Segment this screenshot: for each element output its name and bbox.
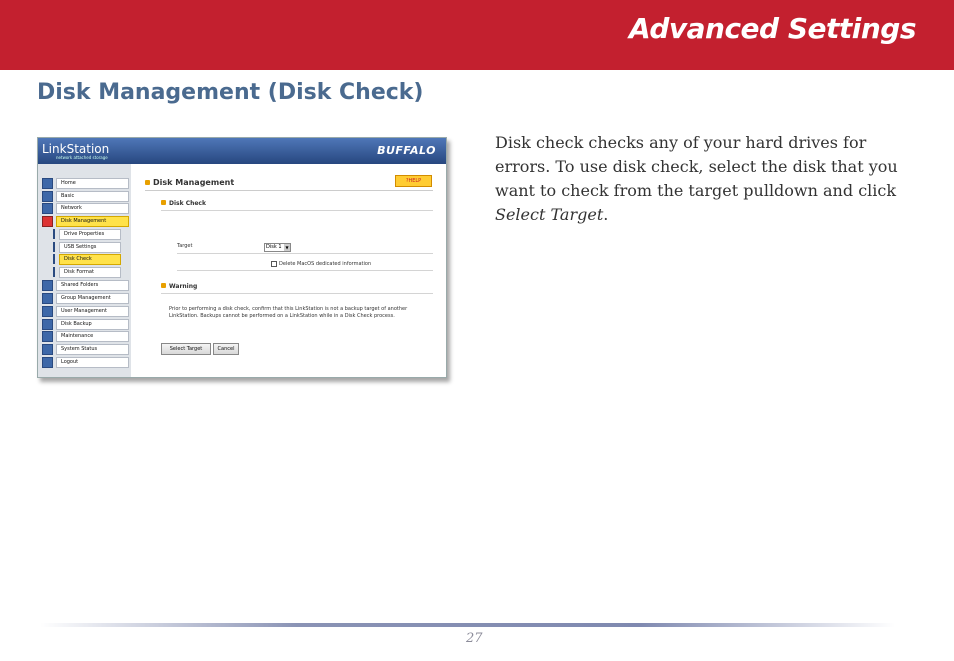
logout-icon xyxy=(42,356,53,368)
nav-item-user-management[interactable]: User Management xyxy=(42,305,129,317)
nav-item-home[interactable]: Home xyxy=(42,177,129,189)
delete-macos-label: Delete MacOS dedicated information xyxy=(279,261,372,267)
folder-icon xyxy=(42,279,53,291)
divider xyxy=(161,293,433,294)
linkstation-screenshot: LinkStation network attached storage BUF… xyxy=(37,137,447,378)
section-title: Disk Management (Disk Check) xyxy=(37,80,424,105)
header-banner: Advanced Settings xyxy=(0,0,954,70)
basic-icon xyxy=(42,190,53,202)
nav-item-logout[interactable]: Logout xyxy=(42,356,129,368)
divider xyxy=(161,210,433,211)
description-text: Disk check checks any of your hard drive… xyxy=(495,133,898,224)
divider xyxy=(177,253,433,254)
header-title: Advanced Settings xyxy=(629,12,916,45)
chevron-down-icon: ▼ xyxy=(284,244,290,251)
cancel-button[interactable]: Cancel xyxy=(213,343,239,355)
linkstation-logo: LinkStation xyxy=(42,142,110,156)
divider xyxy=(145,190,433,191)
nav-item-network[interactable]: Network xyxy=(42,202,129,214)
main-panel: Disk Management ?HELP Disk Check Target … xyxy=(131,164,446,377)
sidebar: Home Basic Network Disk Management Drive… xyxy=(38,164,131,377)
help-button[interactable]: ?HELP xyxy=(395,175,432,187)
buffalo-logo: BUFFALO xyxy=(377,144,436,157)
nav-sub-disk-format[interactable]: Disk Format xyxy=(53,266,121,278)
select-target-emphasis: Select Target xyxy=(495,205,604,224)
nav-sub-usb-settings[interactable]: USB Settings xyxy=(53,241,121,253)
bullet-icon xyxy=(161,283,166,288)
bullet-icon xyxy=(145,180,150,185)
warning-text: Prior to performing a disk check, confir… xyxy=(169,306,408,319)
warning-heading: Warning xyxy=(161,283,197,290)
nav-item-system-status[interactable]: System Status xyxy=(42,343,129,355)
delete-macos-checkbox[interactable] xyxy=(271,261,277,267)
nav-sub-drive-properties[interactable]: Drive Properties xyxy=(53,228,121,240)
nav-item-maintenance[interactable]: Maintenance xyxy=(42,330,129,342)
backup-icon xyxy=(42,318,53,330)
disk-check-heading: Disk Check xyxy=(161,200,206,207)
footer-divider xyxy=(40,623,895,627)
nav-sub-disk-check[interactable]: Disk Check xyxy=(53,253,121,265)
page-title: Disk Management xyxy=(145,178,234,187)
target-select[interactable]: Disk 1 ▼ xyxy=(264,243,291,252)
target-label: Target xyxy=(177,243,193,249)
nav-item-shared-folders[interactable]: Shared Folders xyxy=(42,279,129,291)
maintenance-icon xyxy=(42,330,53,342)
divider xyxy=(177,270,433,271)
home-icon xyxy=(42,177,53,189)
screenshot-header: LinkStation network attached storage BUF… xyxy=(38,138,446,164)
user-icon xyxy=(42,305,53,317)
disk-icon xyxy=(42,215,53,227)
group-icon xyxy=(42,292,53,304)
page-number: 27 xyxy=(466,631,483,646)
nav-item-basic[interactable]: Basic xyxy=(42,190,129,202)
select-target-button[interactable]: Select Target xyxy=(161,343,211,355)
nav-item-group-management[interactable]: Group Management xyxy=(42,292,129,304)
network-icon xyxy=(42,202,53,214)
bullet-icon xyxy=(161,200,166,205)
status-icon xyxy=(42,343,53,355)
nav-item-disk-management[interactable]: Disk Management xyxy=(42,215,129,227)
linkstation-logo-subtitle: network attached storage xyxy=(56,155,108,160)
nav-item-disk-backup[interactable]: Disk Backup xyxy=(42,318,129,330)
